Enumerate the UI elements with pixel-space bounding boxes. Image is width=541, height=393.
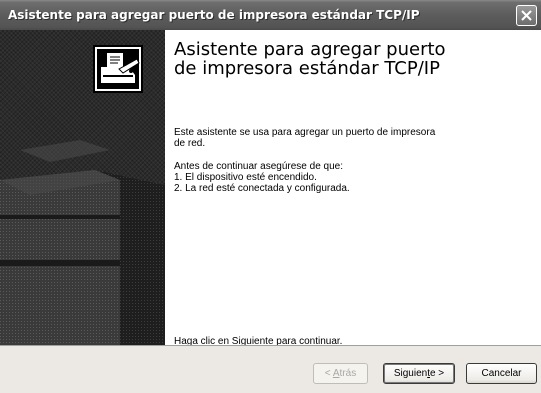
next-button[interactable]: Siguiente > [383,363,455,384]
checklist-block: Antes de continuar asegúrese de que: 1. … [174,161,474,194]
next-label-rest: e > [429,368,445,379]
intro-line-1: Este asistente se usa para agregar un pu… [174,127,436,138]
heading-line-1: Asistente para agregar puerto [174,39,446,60]
button-bar: < Atrás Siguiente > Cancelar [0,345,541,393]
back-label-prefix: < [324,368,333,379]
cancel-button[interactable]: Cancelar [466,363,537,384]
wizard-window: Asistente para agregar puerto de impreso… [0,0,541,393]
title-bar[interactable]: Asistente para agregar puerto de impreso… [0,0,541,30]
intro-text: Este asistente se usa para agregar un pu… [174,127,474,149]
wizard-side-banner [0,30,165,345]
checklist-item: 2. La red esté conectada y configurada. [174,183,350,194]
checklist-intro: Antes de continuar asegúrese de que: [174,161,344,172]
wizard-heading: Asistente para agregar puerto de impreso… [174,40,474,78]
wizard-content: Asistente para agregar puerto de impreso… [174,40,534,78]
checklist-item: 1. El dispositivo esté encendido. [174,172,317,183]
back-label-rest: trás [339,368,357,379]
back-label-hotkey: A [332,368,340,379]
printer-wizard-icon [93,45,143,93]
window-title: Asistente para agregar puerto de impreso… [8,8,420,22]
close-icon [521,10,532,21]
next-label-prefix: Siguien [393,368,428,379]
wizard-body: Asistente para agregar puerto de impreso… [0,30,541,393]
close-button[interactable] [516,5,537,26]
intro-line-2: de red. [174,138,206,149]
heading-line-2: de impresora estándar TCP/IP [174,58,440,79]
back-button[interactable]: < Atrás [313,363,368,384]
